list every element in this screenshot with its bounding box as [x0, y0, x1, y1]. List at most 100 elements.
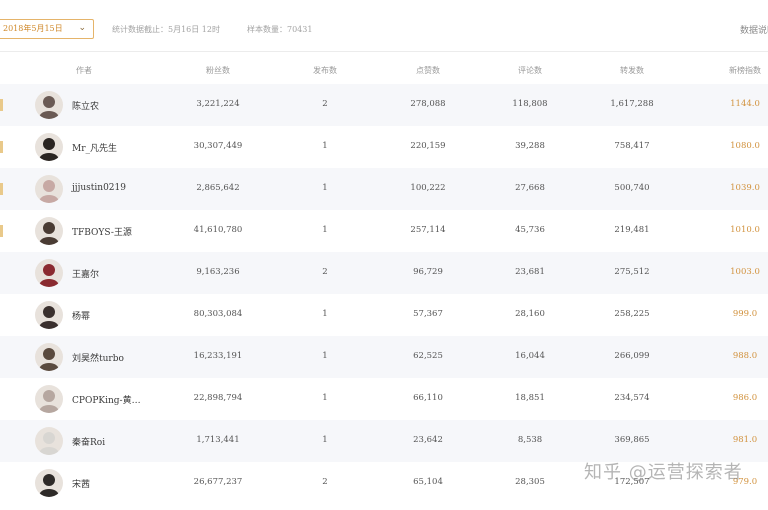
rank-marker	[0, 225, 3, 237]
table-row[interactable]: TFBOYS-王源 41,610,780 1 257,114 45,736 219,481…	[0, 210, 768, 252]
likes-cell: 57,367	[413, 309, 443, 319]
table-row[interactable]: jjjustin0219 2,865,642 1 100,222 27,668 500,7…	[0, 168, 768, 210]
posts-cell: 1	[322, 225, 328, 235]
reposts-cell: 258,225	[614, 309, 650, 319]
author-name[interactable]: jjjustin0219	[72, 183, 126, 193]
author-name[interactable]: CPOPKing-黄…	[72, 393, 141, 406]
comments-cell: 16,044	[515, 351, 545, 361]
author-name[interactable]: Mr_凡先生	[72, 141, 117, 154]
comments-cell: 23,681	[515, 267, 545, 277]
fans-cell: 22,898,794	[193, 393, 243, 403]
avatar[interactable]	[35, 91, 63, 119]
toolbar-divider	[0, 51, 768, 52]
column-header-likes[interactable]: 点赞数	[416, 65, 440, 76]
date-select-value: 2018年5月15日	[3, 24, 63, 33]
column-header-fans[interactable]: 粉丝数	[206, 65, 230, 76]
reposts-cell: 275,512	[614, 267, 650, 277]
author-name[interactable]: 秦奋Roi	[72, 435, 105, 448]
table-row[interactable]: 杨幂 80,303,084 1 57,367 28,160 258,225 999.0	[0, 294, 768, 336]
author-name[interactable]: 宋茜	[72, 477, 90, 490]
rank-marker	[0, 99, 3, 111]
reposts-cell: 500,740	[614, 183, 650, 193]
date-select[interactable]: 2018年5月15日 ⌄	[0, 19, 94, 39]
column-header-index[interactable]: 新榜指数	[729, 65, 761, 76]
author-name[interactable]: 王嘉尔	[72, 267, 99, 280]
table-row[interactable]: CPOPKing-黄… 22,898,794 1 66,110 18,851 234,57…	[0, 378, 768, 420]
table-row[interactable]: Mr_凡先生 30,307,449 1 220,159 39,288 758,417 108…	[0, 126, 768, 168]
table-row[interactable]: 刘昊然turbo 16,233,191 1 62,525 16,044 266,099 98…	[0, 336, 768, 378]
reposts-cell: 758,417	[614, 141, 650, 151]
fans-cell: 9,163,236	[196, 267, 240, 277]
index-cell: 981.0	[732, 435, 758, 445]
top-toolbar: 2018年5月15日 ⌄ 统计数据截止：5月16日 12时 样本数量：70431…	[0, 0, 768, 52]
posts-cell: 1	[322, 183, 328, 193]
comments-cell: 8,538	[517, 435, 543, 445]
avatar[interactable]	[35, 427, 63, 455]
column-header-author: 作者	[76, 66, 92, 75]
likes-cell: 65,104	[413, 477, 443, 487]
likes-cell: 278,088	[410, 99, 446, 109]
avatar[interactable]	[35, 301, 63, 329]
reposts-cell: 266,099	[614, 351, 650, 361]
posts-cell: 1	[322, 393, 328, 403]
posts-cell: 1	[322, 435, 328, 445]
fans-cell: 2,865,642	[196, 183, 240, 193]
data-description-link[interactable]: 数据说明	[740, 23, 768, 36]
index-cell: 1144.0	[730, 99, 760, 109]
comments-cell: 45,736	[515, 225, 545, 235]
table-row[interactable]: 秦奋Roi 1,713,441 1 23,642 8,538 369,865 981.0	[0, 420, 768, 462]
fans-cell: 3,221,224	[196, 99, 240, 109]
index-cell: 986.0	[732, 393, 758, 403]
posts-cell: 1	[322, 309, 328, 319]
posts-cell: 2	[322, 477, 328, 487]
index-cell: 999.0	[732, 309, 758, 319]
index-cell: 1010.0	[730, 225, 760, 235]
avatar[interactable]	[35, 133, 63, 161]
comments-cell: 118,808	[512, 99, 548, 109]
rank-marker	[0, 141, 3, 153]
column-header-posts[interactable]: 发布数	[313, 65, 337, 76]
avatar[interactable]	[35, 217, 63, 245]
reposts-cell: 369,865	[614, 435, 650, 445]
posts-cell: 1	[322, 351, 328, 361]
author-name[interactable]: 陈立农	[72, 99, 99, 112]
avatar[interactable]	[35, 175, 63, 203]
comments-cell: 39,288	[515, 141, 545, 151]
likes-cell: 62,525	[413, 351, 443, 361]
likes-cell: 66,110	[413, 393, 443, 403]
reposts-cell: 234,574	[614, 393, 650, 403]
author-name[interactable]: 杨幂	[72, 309, 90, 322]
fans-cell: 26,677,237	[193, 477, 243, 487]
likes-cell: 23,642	[413, 435, 443, 445]
author-name[interactable]: TFBOYS-王源	[72, 225, 132, 238]
sample-count-text: 样本数量：70431	[247, 25, 313, 34]
posts-cell: 2	[322, 99, 328, 109]
index-cell: 988.0	[732, 351, 758, 361]
table-header: 作者 粉丝数 发布数 点赞数 评论数 转发数 新榜指数	[0, 56, 768, 84]
fans-cell: 41,610,780	[193, 225, 243, 235]
fans-cell: 80,303,084	[193, 309, 243, 319]
likes-cell: 220,159	[410, 141, 446, 151]
reposts-cell: 1,617,288	[610, 99, 654, 109]
reposts-cell: 219,481	[614, 225, 650, 235]
comments-cell: 28,305	[515, 477, 545, 487]
posts-cell: 2	[322, 267, 328, 277]
rank-marker	[0, 183, 3, 195]
posts-cell: 1	[322, 141, 328, 151]
avatar[interactable]	[35, 385, 63, 413]
avatar[interactable]	[35, 259, 63, 287]
comments-cell: 28,160	[515, 309, 545, 319]
avatar[interactable]	[35, 469, 63, 497]
author-name[interactable]: 刘昊然turbo	[72, 351, 124, 364]
column-header-reposts[interactable]: 转发数	[620, 65, 644, 76]
index-cell: 1039.0	[730, 183, 760, 193]
table-row[interactable]: 陈立农 3,221,224 2 278,088 118,808 1,617,288 1144…	[0, 84, 768, 126]
fans-cell: 1,713,441	[196, 435, 240, 445]
column-header-comments[interactable]: 评论数	[518, 65, 542, 76]
watermark-text: 知乎 @运营探索者	[584, 462, 743, 483]
stats-cutoff-text: 统计数据截止：5月16日 12时	[112, 25, 220, 34]
avatar[interactable]	[35, 343, 63, 371]
chevron-down-icon: ⌄	[78, 23, 86, 33]
fans-cell: 16,233,191	[193, 351, 243, 361]
table-row[interactable]: 王嘉尔 9,163,236 2 96,729 23,681 275,512 1003.0	[0, 252, 768, 294]
